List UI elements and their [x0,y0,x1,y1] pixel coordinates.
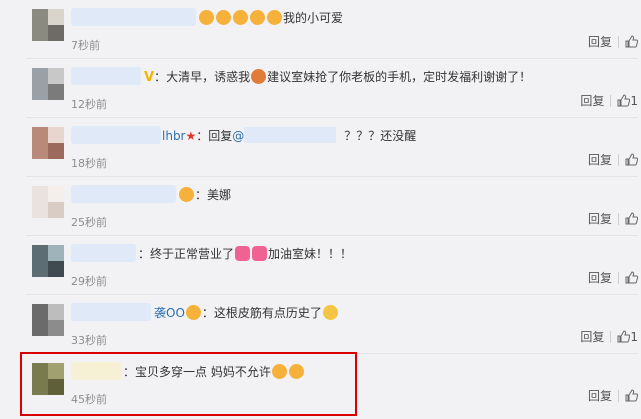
comment-text: 终于正常营业了 [150,247,235,261]
separator: ： [138,247,151,261]
emoji-icon [216,10,231,25]
username-fragment[interactable]: 袭OO [154,306,185,320]
avatar[interactable] [32,245,64,277]
reply-button[interactable]: 回复 [588,212,612,226]
comment-text-line: 我的小可爱 [198,9,343,26]
comment-item: lhbr★：回复@ ？？？还没醒 18秒前 回复 [26,118,639,177]
like-count: 1 [630,94,638,108]
comment-item: V：大清早，诱惑我 建议室妹抢了你老板的手机，定时发福利谢谢了！ 12秒前 回复 1 [26,59,638,118]
like-count: 1 [630,330,638,344]
comment-text-line: ：终于正常营业了 加油室妹！！！ [138,245,352,262]
comment-text-line: 袭OO ：这根皮筋有点历史了 [154,304,339,321]
reply-button[interactable]: 回复 [580,330,604,344]
comment-item: 我的小可爱 7秒前 回复 [26,0,639,59]
comment-actions: 回复 [588,210,639,228]
blurred-username[interactable] [71,67,141,85]
comment-time: 29秒前 [71,275,107,288]
reply-button[interactable]: 回复 [588,153,612,167]
reply-button[interactable]: 回复 [588,389,612,403]
reply-button[interactable]: 回复 [588,271,612,285]
emoji-icon [185,305,201,320]
star-icon: ★ [185,129,197,143]
avatar[interactable] [32,186,64,218]
comment-text-2: ？？？还没醒 [344,129,417,143]
comment-time: 25秒前 [71,216,107,229]
thumb-up-icon[interactable] [617,330,631,346]
comment-time: 33秒前 [71,334,107,347]
comment-actions: 回复 [588,33,639,51]
avatar[interactable] [32,68,64,100]
comment-list: 我的小可爱 7秒前 回复 V：大清早，诱惑我 建议室妹抢了你老板的手机，定时发福利… [0,0,641,419]
avatar[interactable] [32,9,64,41]
comment-text: 美娜 [207,188,232,202]
comment-text-line: V：大清早，诱惑我 建议室妹抢了你老板的手机，定时发福利谢谢了！ [144,68,531,85]
thumb-up-icon[interactable] [625,389,639,405]
comment-text-line: lhbr★：回复@ ？？？还没醒 [162,127,416,144]
mention-link[interactable]: @ [232,129,244,143]
cat-emoji-icon [322,305,338,320]
comment-text: 这根皮筋有点历史了 [213,306,322,320]
comment-text-2: 加油室妹！！！ [268,247,353,261]
vip-v-icon: V [144,70,155,85]
comment-actions: 回复 1 [580,92,638,110]
emoji-icon [251,69,267,84]
comment-text: 我的小可爱 [283,11,344,25]
emoji-icon [267,10,282,25]
comment-actions: 回复 [588,151,639,169]
comment-time: 12秒前 [71,98,107,111]
thumb-up-icon[interactable] [617,94,631,110]
separator: ： [196,129,209,143]
highlight-box [20,352,357,416]
comment-time: 7秒前 [71,39,100,52]
blurred-username[interactable] [71,8,196,26]
comment-text: 大清早，诱惑我 [166,70,251,84]
comment-actions: 回复 1 [580,328,638,346]
thumb-up-icon[interactable] [625,153,639,169]
thumb-up-icon[interactable] [625,271,639,287]
emoji-icon [179,187,194,202]
emoji-icon [199,10,214,25]
reply-prefix: 回复 [208,129,233,143]
thumb-up-icon[interactable] [625,212,639,228]
comment-item: ：终于正常营业了 加油室妹！！！ 29秒前 回复 [26,236,639,295]
separator: ： [154,70,167,84]
blurred-username[interactable] [71,126,161,144]
blurred-mention[interactable] [244,127,337,143]
separator: ： [201,306,214,320]
comment-text-line: ：美娜 [178,186,231,203]
comment-item: ：美娜 25秒前 回复 [26,177,639,236]
username-fragment[interactable]: lhbr [162,129,186,143]
blurred-username[interactable] [71,244,136,262]
comment-text-2: 建议室妹抢了你老板的手机，定时发福利谢谢了！ [267,70,532,84]
avatar[interactable] [32,127,64,159]
comment-item: 袭OO ：这根皮筋有点历史了 33秒前 回复 1 [26,295,638,354]
avatar[interactable] [32,304,64,336]
reply-button[interactable]: 回复 [580,94,604,108]
comment-actions: 回复 [588,387,639,405]
thumb-up-icon[interactable] [625,35,639,51]
emoji-icon [250,10,265,25]
blurred-username[interactable] [71,185,176,203]
separator: ： [195,188,208,202]
heart-emoji-icon [235,246,251,261]
blurred-username[interactable] [71,303,151,321]
reply-button[interactable]: 回复 [588,35,612,49]
comment-time: 18秒前 [71,157,107,170]
comment-actions: 回复 [588,269,639,287]
emoji-icon [233,10,248,25]
heart-emoji-icon [252,246,268,261]
